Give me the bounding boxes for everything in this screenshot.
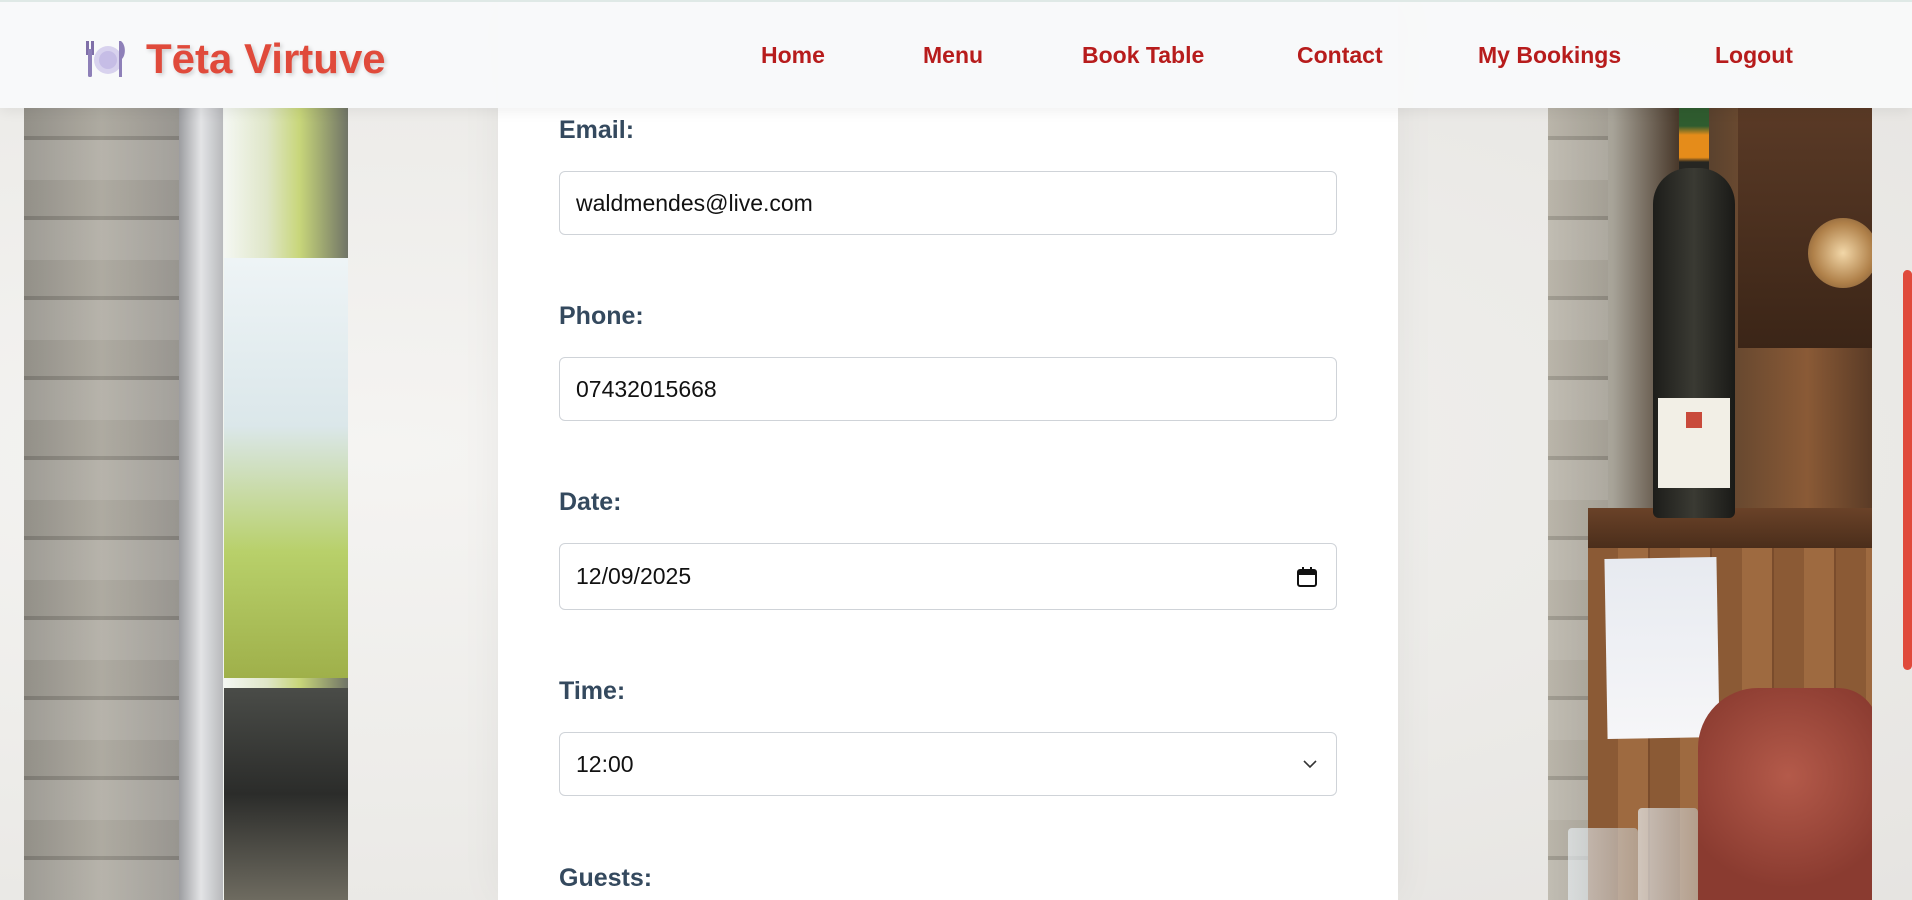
phone-value: 07432015668 (576, 375, 717, 402)
email-label: Email: (559, 116, 635, 144)
date-value: 12/09/2025 (576, 563, 692, 589)
time-select[interactable]: 12:00 (559, 732, 1337, 796)
time-value: 12:00 (576, 750, 634, 777)
booking-form-card: Email: waldmendes@live.com Phone: 074320… (498, 0, 1398, 900)
date-label: Date: (559, 488, 622, 516)
nav-item-home[interactable]: Home (761, 42, 825, 69)
nav-item-my-bookings[interactable]: My Bookings (1478, 42, 1621, 69)
date-field[interactable]: 12/09/2025 (559, 543, 1337, 610)
restaurant-photo-right (1548, 108, 1872, 900)
top-navbar: Tēta Virtuve Home Menu Book Table Contac… (0, 0, 1912, 108)
nav-item-logout[interactable]: Logout (1715, 42, 1793, 69)
email-value: waldmendes@live.com (576, 189, 813, 216)
time-label: Time: (559, 677, 626, 705)
nav-item-contact[interactable]: Contact (1297, 42, 1383, 69)
nav-item-book-table[interactable]: Book Table (1082, 42, 1204, 69)
phone-field[interactable]: 07432015668 (559, 357, 1337, 421)
email-field[interactable]: waldmendes@live.com (559, 171, 1337, 235)
calendar-icon[interactable] (1296, 566, 1318, 588)
nav-item-menu[interactable]: Menu (923, 42, 983, 69)
scrollbar-thumb[interactable] (1903, 270, 1912, 670)
restaurant-photo-left (24, 108, 348, 900)
guests-label: Guests: (559, 864, 653, 892)
phone-label: Phone: (559, 302, 644, 330)
nav-links: Home Menu Book Table Contact My Bookings… (0, 42, 1912, 76)
chevron-down-icon (1302, 759, 1318, 769)
